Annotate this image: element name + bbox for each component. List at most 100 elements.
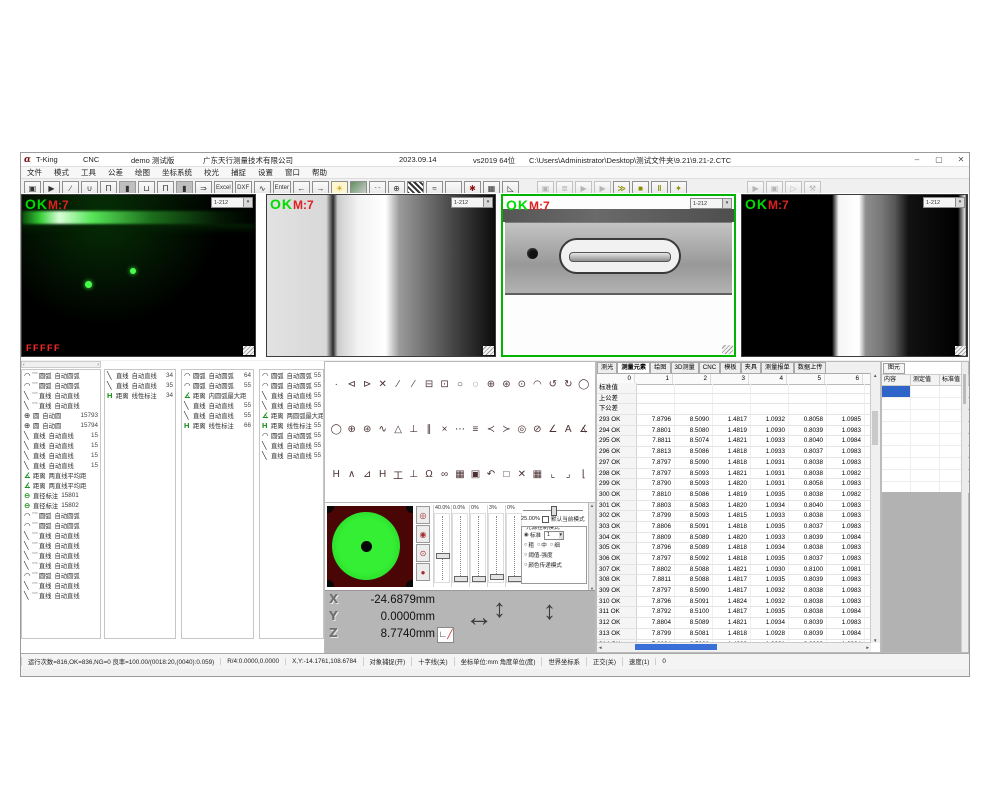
- list-item[interactable]: ◠ *** 圆弧 自动圆弧: [22, 380, 100, 390]
- circle-pattern-a-icon[interactable]: ⊕: [484, 377, 498, 393]
- line-b-icon[interactable]: ⁄: [406, 377, 420, 393]
- table-row[interactable]: 303 OK 7.88068.50911.48181.09350.80371.0…: [597, 522, 871, 533]
- result-tab[interactable]: 数据上传: [794, 362, 827, 373]
- list-item[interactable]: Η 距离 线性标注 66: [182, 420, 253, 430]
- target-b-icon[interactable]: ⊛: [360, 422, 374, 438]
- light-slider[interactable]: 3%: [487, 505, 505, 587]
- resize-grip-icon[interactable]: [243, 346, 254, 355]
- list-item[interactable]: ╲ *** 直线 自动直线: [22, 400, 100, 410]
- table-row[interactable]: 296 OK 7.88138.50861.48181.09330.80371.0…: [597, 447, 871, 458]
- line-a-icon[interactable]: ∕: [391, 377, 405, 393]
- radio-icon[interactable]: [524, 542, 527, 548]
- table-row[interactable]: 305 OK 7.87968.50891.48181.09340.80381.0…: [597, 543, 871, 554]
- screen-rect-dot-icon[interactable]: ⊡: [437, 377, 451, 393]
- list-item[interactable]: ∡ 距离 两直线平均距: [22, 470, 100, 480]
- detail-row[interactable]: [882, 434, 968, 446]
- list-item[interactable]: ◠ 圆弧 自动圆弧 64: [182, 370, 253, 380]
- list-item[interactable]: ◠ *** 圆弧 自动圆弧: [22, 570, 100, 580]
- arc-icon[interactable]: ◠: [530, 377, 544, 393]
- circle-dashed-icon[interactable]: ◌: [468, 377, 482, 393]
- list-item[interactable]: ∡ 距离 内圆弧最大距: [182, 390, 253, 400]
- menu-item[interactable]: 绘图: [129, 167, 156, 178]
- list-item[interactable]: ╲ 直线 自动直线 55: [182, 410, 253, 420]
- result-tab[interactable]: 模板: [720, 362, 740, 373]
- list-item[interactable]: ╲ *** 直线 自动直线: [22, 390, 100, 400]
- mode-option[interactable]: 阈值-强度: [524, 551, 553, 559]
- undo-icon[interactable]: ↶: [484, 467, 498, 483]
- radio-icon[interactable]: [524, 562, 527, 568]
- list-item[interactable]: ◠ *** 圆弧 自动圆弧: [22, 520, 100, 530]
- points-icon[interactable]: ⋯: [453, 422, 467, 438]
- coord-z-icon[interactable]: ⌊: [577, 467, 591, 483]
- result-tab[interactable]: 夹具: [741, 362, 761, 373]
- light-slider[interactable]: 40.0%: [433, 505, 451, 587]
- z-axis-icon[interactable]: ↕: [543, 595, 556, 626]
- slider-thumb[interactable]: [490, 574, 504, 580]
- table-horizontal-scrollbar[interactable]: ◄►: [597, 642, 871, 652]
- intersect-icon[interactable]: ×: [437, 422, 451, 438]
- mode-option[interactable]: 中: [537, 541, 547, 549]
- coord-y-icon[interactable]: ⌟: [561, 467, 575, 483]
- list-item[interactable]: ◠ 圆弧 自动圆弧 55: [182, 380, 253, 390]
- menu-item[interactable]: 文件: [21, 167, 48, 178]
- detail-row[interactable]: [882, 458, 968, 470]
- dim-angular-icon[interactable]: ⊿: [360, 467, 374, 483]
- list-item[interactable]: ⊕ 圆 自动圆 15794: [22, 420, 100, 430]
- mode-combo[interactable]: 1: [544, 531, 564, 540]
- table-row[interactable]: 上公差: [597, 394, 871, 405]
- grid-icon[interactable]: ▦: [530, 467, 544, 483]
- perpendicular-icon[interactable]: ⊥: [406, 422, 420, 438]
- list-item[interactable]: ◠ 圆弧 自动圆弧 55: [260, 370, 323, 380]
- list-item[interactable]: ◠ 圆弧 自动圆弧 55: [260, 380, 323, 390]
- mode-option[interactable]: 细: [550, 541, 560, 549]
- table-row[interactable]: 301 OK 7.88038.50831.48201.09340.80401.0…: [597, 501, 871, 512]
- list-item[interactable]: ∡ 距离 两圆弧最大距: [260, 410, 323, 420]
- table-row[interactable]: 308 OK 7.88118.50881.48171.09350.80391.0…: [597, 575, 871, 586]
- ellipse-b-icon[interactable]: ◯: [329, 422, 343, 438]
- detail-row[interactable]: [882, 422, 968, 434]
- ring-mid-icon[interactable]: ◉: [416, 525, 430, 543]
- rotate-cw-icon[interactable]: ↻: [561, 377, 575, 393]
- list-mini-scrollbar[interactable]: ‹›: [21, 361, 101, 368]
- table-vertical-scrollbar[interactable]: ▲▼: [870, 373, 880, 643]
- coord-x-icon[interactable]: ⌞: [546, 467, 560, 483]
- options-scrollbar[interactable]: ▲▼: [588, 503, 595, 591]
- list-item[interactable]: ╲ *** 直线 自动直线: [22, 540, 100, 550]
- light-slider[interactable]: 0.0%: [451, 505, 469, 587]
- angle-a-icon[interactable]: ≺: [484, 422, 498, 438]
- list-item[interactable]: ╲ 直线 自动直线 55: [182, 400, 253, 410]
- dim-h-icon[interactable]: H: [375, 467, 389, 483]
- radio-icon[interactable]: [524, 532, 529, 538]
- list-item[interactable]: ⊖ 直径标注 15801: [22, 490, 100, 500]
- ellipse-icon[interactable]: ◯: [577, 377, 591, 393]
- cut-icon[interactable]: ✕: [375, 377, 389, 393]
- table-row[interactable]: 312 OK 7.88048.50891.48211.09340.80391.0…: [597, 618, 871, 629]
- table-row[interactable]: 299 OK 7.87908.50931.48201.09310.80581.0…: [597, 479, 871, 490]
- slider-thumb[interactable]: [454, 576, 468, 582]
- circle-slash-icon[interactable]: ⊘: [530, 422, 544, 438]
- result-tab[interactable]: 测量报单: [761, 362, 794, 373]
- table-row[interactable]: 标准值: [597, 383, 871, 394]
- slider-thumb[interactable]: [472, 576, 486, 582]
- list-item[interactable]: ╲ 直线 自动直线 34: [105, 370, 175, 380]
- pan-horizontal-icon[interactable]: ↔: [465, 601, 493, 633]
- list-item[interactable]: ╲ 直线 自动直线 55: [260, 440, 323, 450]
- mode-option[interactable]: 粗: [524, 541, 534, 549]
- angle-icon[interactable]: ∠: [546, 422, 560, 438]
- list-item[interactable]: ╲ *** 直线 自动直线: [22, 590, 100, 600]
- screen-rect-icon[interactable]: ⊟: [422, 377, 436, 393]
- text-icon[interactable]: A: [561, 422, 575, 438]
- list-item[interactable]: ◠ 圆弧 自动圆弧 55: [260, 430, 323, 440]
- table-row[interactable]: 293 OK 7.87968.50901.48171.09320.80581.0…: [597, 415, 871, 426]
- light-slider[interactable]: 0%: [469, 505, 487, 587]
- result-tab[interactable]: CNC: [699, 362, 720, 373]
- list-item[interactable]: ⊖ 直径标注 15802: [22, 500, 100, 510]
- camera-panel[interactable]: OKM:7 1-212 ▾: [501, 194, 736, 357]
- detail-row[interactable]: [882, 470, 968, 482]
- angle-b-icon[interactable]: ≻: [499, 422, 513, 438]
- list-item[interactable]: ∡ 距离 两直线平均距: [22, 480, 100, 490]
- result-tab[interactable]: 3D测量: [671, 362, 699, 373]
- list-item[interactable]: ╲ 直线 自动直线 55: [260, 390, 323, 400]
- list-item[interactable]: ╲ 直线 自动直线 35: [105, 380, 175, 390]
- radio-icon[interactable]: [537, 542, 540, 548]
